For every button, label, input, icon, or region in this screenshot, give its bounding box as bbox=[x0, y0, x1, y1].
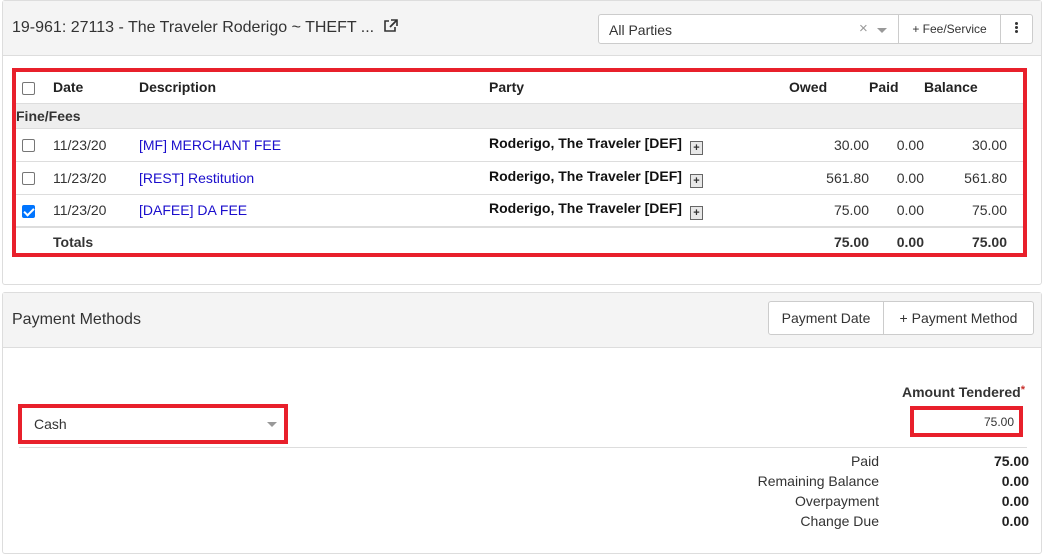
vertical-ellipsis-icon bbox=[1015, 21, 1018, 34]
case-title: 19-961: 27113 - The Traveler Roderigo ~ … bbox=[12, 19, 398, 38]
case-title-text: 19-961: 27113 - The Traveler Roderigo ~ … bbox=[12, 19, 375, 36]
summary-row-change-due: Change Due 0.00 bbox=[603, 511, 1029, 531]
summary-label: Paid bbox=[850, 453, 879, 469]
summary-label: Change Due bbox=[800, 513, 879, 529]
payment-methods-title: Payment Methods bbox=[12, 311, 141, 328]
summary-value: 0.00 bbox=[1001, 473, 1029, 489]
table-highlight-box bbox=[12, 68, 1027, 257]
external-link-icon[interactable] bbox=[383, 19, 398, 38]
amount-highlight-box bbox=[910, 406, 1023, 437]
summary-row-remaining-balance: Remaining Balance 0.00 bbox=[603, 471, 1029, 491]
add-fee-service-button[interactable]: + Fee/Service bbox=[898, 14, 1001, 44]
summary-value: 0.00 bbox=[1001, 493, 1029, 509]
summary-row-overpayment: Overpayment 0.00 bbox=[603, 491, 1029, 511]
add-payment-method-button[interactable]: + Payment Method bbox=[883, 301, 1034, 335]
payment-date-button[interactable]: Payment Date bbox=[768, 301, 884, 335]
amount-tendered-label: Amount Tendered* bbox=[902, 384, 1025, 400]
summary-row-paid: Paid 75.00 bbox=[603, 451, 1029, 471]
payment-methods-heading: Payment Methods Payment Date + Payment M… bbox=[3, 293, 1041, 348]
party-filter-select[interactable]: All Parties × bbox=[598, 14, 899, 44]
summary-value: 0.00 bbox=[1001, 513, 1029, 529]
required-marker: * bbox=[1020, 384, 1025, 396]
payment-summary: Paid 75.00 Remaining Balance 0.00 Overpa… bbox=[603, 451, 1029, 531]
summary-value: 75.00 bbox=[993, 453, 1029, 469]
party-filter-value: All Parties bbox=[609, 22, 673, 38]
summary-label: Remaining Balance bbox=[757, 473, 879, 489]
divider bbox=[19, 447, 1027, 448]
payment-method-highlight-box bbox=[18, 404, 288, 444]
summary-label: Overpayment bbox=[794, 493, 879, 509]
more-options-button[interactable] bbox=[1000, 14, 1033, 44]
chevron-down-icon[interactable] bbox=[877, 28, 887, 33]
fees-panel-heading: 19-961: 27113 - The Traveler Roderigo ~ … bbox=[3, 1, 1041, 56]
clear-icon[interactable]: × bbox=[859, 20, 868, 37]
amount-tendered-label-text: Amount Tendered bbox=[901, 384, 1021, 400]
